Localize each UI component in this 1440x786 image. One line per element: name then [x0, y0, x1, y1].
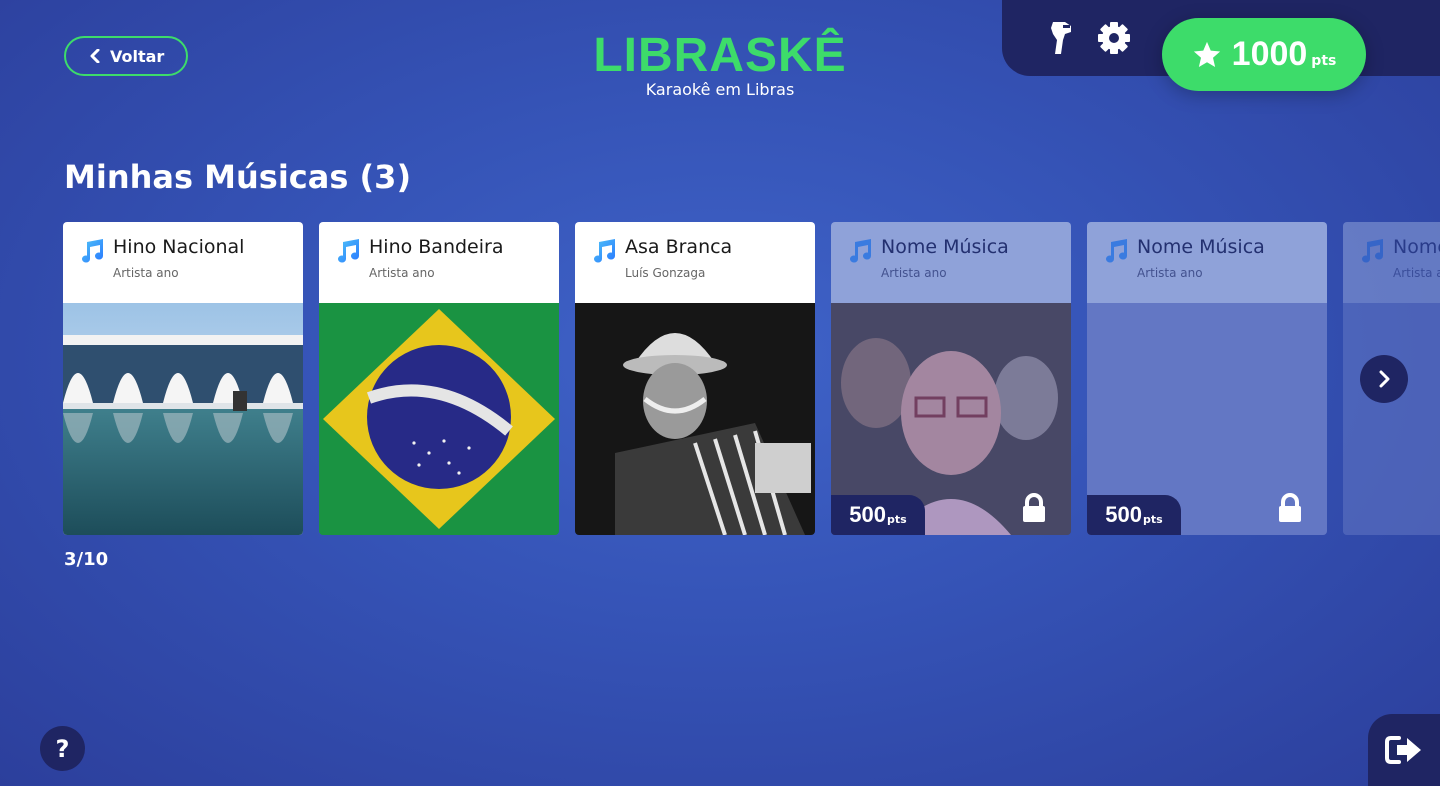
song-card[interactable]: Hino Nacional Artista ano	[63, 222, 303, 535]
logout-icon	[1385, 736, 1421, 764]
chevron-left-icon	[90, 49, 100, 63]
gear-icon	[1098, 22, 1130, 54]
price-badge: 500 pts	[1087, 495, 1181, 535]
song-subtitle: Artista ano	[881, 266, 947, 280]
song-card-locked[interactable]: Nome Música Artista ano 500 pts	[831, 222, 1071, 535]
points-unit: pts	[1311, 52, 1337, 69]
song-subtitle: Artista ano	[113, 266, 179, 280]
price-unit: pts	[887, 512, 907, 526]
song-carousel: Hino Nacional Artista ano Hino Bandeira …	[63, 222, 1440, 535]
app-logo: LIBRASKÊ Karaokê em Libras	[560, 28, 880, 99]
placeholder-image	[1343, 303, 1440, 535]
song-card-header: Hino Bandeira Artista ano	[319, 222, 559, 303]
points-value: 1000	[1231, 35, 1308, 73]
back-button-label: Voltar	[110, 46, 165, 66]
price-unit: pts	[1143, 512, 1163, 526]
back-button[interactable]: Voltar	[64, 36, 188, 76]
song-title: Nome Música	[1137, 236, 1265, 258]
chevron-right-icon	[1379, 370, 1390, 388]
libras-hand-icon	[1051, 22, 1071, 54]
songs-counter: 3/10	[64, 549, 109, 570]
song-title: Nome Música	[1393, 236, 1440, 258]
song-card-header: Hino Nacional Artista ano	[63, 222, 303, 303]
palace-photo	[63, 303, 303, 535]
help-button[interactable]: ?	[40, 726, 85, 771]
song-card-header: Nome Música Artista ano	[831, 222, 1071, 303]
music-note-icon	[1362, 239, 1383, 263]
song-title: Nome Música	[881, 236, 1009, 258]
points-badge[interactable]: 1000 pts	[1162, 18, 1366, 91]
song-card-header: Nome Música Artista ano	[1087, 222, 1327, 303]
logout-button[interactable]	[1368, 714, 1440, 786]
song-title: Hino Nacional	[113, 236, 245, 258]
song-card[interactable]: Hino Bandeira Artista ano	[319, 222, 559, 535]
star-icon	[1193, 41, 1220, 67]
price-value: 500	[1105, 502, 1143, 527]
song-title: Hino Bandeira	[369, 236, 504, 258]
music-note-icon	[338, 239, 359, 263]
price-badge: 500 pts	[831, 495, 925, 535]
music-note-icon	[1106, 239, 1127, 263]
music-note-icon	[594, 239, 615, 263]
accordion-player-photo	[575, 303, 815, 535]
song-card-header: Asa Branca Luís Gonzaga	[575, 222, 815, 303]
song-card-header: Nome Música Artista ano	[1343, 222, 1440, 303]
libras-hand-button[interactable]	[1040, 18, 1080, 58]
lock-icon	[1279, 493, 1301, 522]
song-subtitle: Artista ano	[1393, 266, 1440, 280]
song-subtitle: Artista ano	[369, 266, 435, 280]
song-title: Asa Branca	[625, 236, 733, 258]
song-card[interactable]: Asa Branca Luís Gonzaga	[575, 222, 815, 535]
brazil-flag-image	[319, 303, 559, 535]
help-icon: ?	[55, 734, 70, 763]
lock-icon	[1023, 493, 1045, 522]
carousel-next-button[interactable]	[1360, 355, 1408, 403]
song-subtitle: Luís Gonzaga	[625, 266, 706, 280]
song-card-locked[interactable]: Nome Música Artista ano 500 pts	[1087, 222, 1327, 535]
song-subtitle: Artista ano	[1137, 266, 1203, 280]
price-value: 500	[849, 502, 887, 527]
brand-name: LIBRASKÊ	[593, 29, 847, 82]
music-note-icon	[850, 239, 871, 263]
music-note-icon	[82, 239, 103, 263]
settings-button[interactable]	[1094, 18, 1134, 58]
page-title: Minhas Músicas (3)	[64, 158, 412, 196]
